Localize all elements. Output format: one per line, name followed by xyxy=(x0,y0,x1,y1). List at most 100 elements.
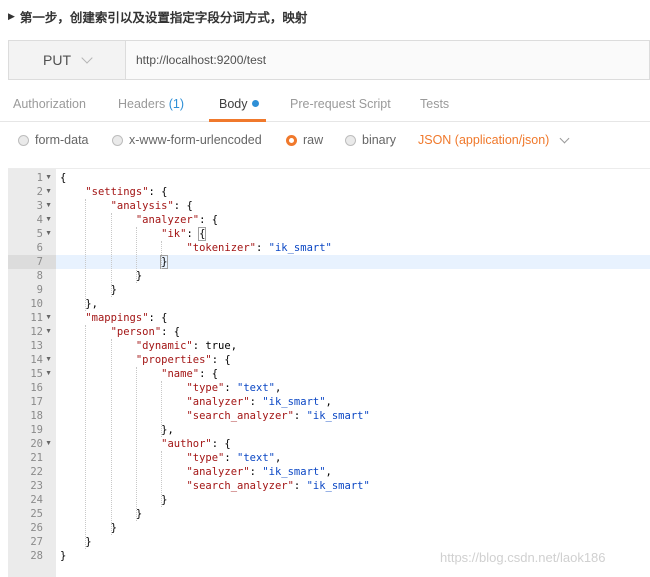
gutter-row: 20 ▼ xyxy=(8,437,56,451)
code-line-text: "analyzer": "ik_smart", xyxy=(60,395,331,409)
code-line[interactable]: "properties": { xyxy=(56,353,650,367)
option-raw[interactable]: raw xyxy=(286,133,323,147)
code-line[interactable]: "name": { xyxy=(56,367,650,381)
json-punct: : xyxy=(255,242,269,254)
code-line-text: } xyxy=(60,283,117,297)
code-line-text: "mappings": { xyxy=(60,311,167,325)
fold-arrow-icon[interactable]: ▼ xyxy=(45,227,52,241)
json-key: "dynamic" xyxy=(135,340,193,352)
json-punct xyxy=(60,410,186,422)
gutter-row: 15 ▼ xyxy=(8,367,56,381)
tab-body[interactable]: Body xyxy=(219,97,259,111)
code-line[interactable]: "ik": { xyxy=(56,227,650,241)
code-line[interactable]: } xyxy=(56,507,650,521)
tab-headers[interactable]: Headers (1) xyxy=(118,97,184,111)
code-line[interactable]: "analyzer": { xyxy=(56,213,650,227)
fold-arrow-icon[interactable]: ▼ xyxy=(45,325,52,339)
json-punct: : { xyxy=(161,326,181,338)
code-line[interactable]: { xyxy=(56,171,650,185)
json-punct: }, xyxy=(60,424,174,436)
radio-urlencoded[interactable] xyxy=(112,134,123,146)
fold-arrow-icon[interactable]: ▼ xyxy=(45,213,52,227)
fold-arrow-icon[interactable]: ▼ xyxy=(45,367,52,381)
indent-guide xyxy=(135,227,137,283)
line-number: 26 xyxy=(30,522,43,534)
json-punct: : { xyxy=(199,368,219,380)
tab-tests[interactable]: Tests xyxy=(420,97,449,111)
fold-arrow-icon[interactable]: ▼ xyxy=(45,199,52,213)
code-line-text: } xyxy=(60,535,91,549)
json-key: "analyzer" xyxy=(186,396,250,408)
code-editor[interactable]: 1 ▼ 2 ▼ 3 ▼ 4 ▼ 5 ▼ 6 7 8 9 10 11 ▼ 12 ▼ 13 14 ▼ 15 ▼ 16 17 18 19 20… xyxy=(8,168,650,577)
code-line[interactable]: "analyzer": "ik_smart", xyxy=(56,465,650,479)
json-punct: : xyxy=(186,228,200,240)
code-line[interactable]: } xyxy=(56,521,650,535)
fold-arrow-icon[interactable]: ▼ xyxy=(45,185,52,199)
gutter-row: 2 ▼ xyxy=(8,185,56,199)
code-line[interactable]: } xyxy=(56,269,650,283)
json-punct xyxy=(60,186,85,198)
option-form-data[interactable]: form-data xyxy=(18,133,89,147)
option-urlencoded[interactable]: x-www-form-urlencoded xyxy=(112,133,262,147)
json-punct: { xyxy=(60,172,67,184)
line-number: 13 xyxy=(30,340,43,352)
code-line[interactable]: } xyxy=(56,535,650,549)
code-line-text: "type": "text", xyxy=(60,381,281,395)
code-line[interactable]: "settings": { xyxy=(56,185,650,199)
json-key: "analyzer" xyxy=(186,466,250,478)
json-punct: , xyxy=(274,452,282,464)
code-line-text: } xyxy=(60,521,117,535)
code-line[interactable]: "search_analyzer": "ik_smart" xyxy=(56,479,650,493)
content-type-dropdown[interactable]: JSON (application/json) xyxy=(418,133,570,147)
code-line-text: "settings": { xyxy=(60,185,167,199)
code-area[interactable]: { "settings": { "analysis": { "analyzer"… xyxy=(56,169,650,577)
fold-arrow-icon[interactable]: ▼ xyxy=(45,437,52,451)
line-number: 15 xyxy=(30,368,43,380)
indent-guide xyxy=(161,241,163,269)
line-number: 5 xyxy=(36,228,43,240)
line-number: 25 xyxy=(30,508,43,520)
method-dropdown[interactable]: PUT xyxy=(9,41,126,79)
code-line[interactable]: } xyxy=(56,255,650,269)
code-line[interactable]: "tokenizer": "ik_smart" xyxy=(56,241,650,255)
code-line[interactable]: }, xyxy=(56,423,650,437)
code-line[interactable]: "author": { xyxy=(56,437,650,451)
code-line[interactable]: "type": "text", xyxy=(56,381,650,395)
code-line[interactable]: "analyzer": "ik_smart", xyxy=(56,395,650,409)
gutter-row: 19 xyxy=(8,423,56,437)
code-line-text: } xyxy=(60,255,169,269)
chevron-down-icon xyxy=(559,133,570,143)
radio-binary[interactable] xyxy=(345,134,356,146)
indent-guide xyxy=(85,199,87,311)
code-line[interactable]: "search_analyzer": "ik_smart" xyxy=(56,409,650,423)
method-label: PUT xyxy=(43,52,71,68)
fold-arrow-icon[interactable]: ▼ xyxy=(45,311,52,325)
tab-authorization[interactable]: Authorization xyxy=(13,97,86,111)
body-type-options: form-data x-www-form-urlencoded raw bina… xyxy=(0,128,650,156)
indent-guide xyxy=(161,381,163,437)
line-number: 1 xyxy=(36,172,43,184)
radio-form-data[interactable] xyxy=(18,134,29,146)
line-number: 17 xyxy=(30,396,43,408)
json-string: "text" xyxy=(237,382,275,394)
line-number: 11 xyxy=(30,312,43,324)
gutter-row: 28 xyxy=(8,549,56,563)
code-line[interactable]: "dynamic": true, xyxy=(56,339,650,353)
fold-arrow-icon[interactable]: ▼ xyxy=(45,353,52,367)
json-punct: : xyxy=(224,382,238,394)
code-line[interactable]: } xyxy=(56,283,650,297)
tab-pre-request-script[interactable]: Pre-request Script xyxy=(290,97,391,111)
code-line[interactable]: "analysis": { xyxy=(56,199,650,213)
code-line[interactable]: "mappings": { xyxy=(56,311,650,325)
radio-raw[interactable] xyxy=(286,134,297,146)
code-line[interactable]: "person": { xyxy=(56,325,650,339)
option-binary[interactable]: binary xyxy=(345,133,396,147)
code-line[interactable]: } xyxy=(56,493,650,507)
json-punct xyxy=(60,396,186,408)
code-line[interactable]: }, xyxy=(56,297,650,311)
gutter-row: 8 xyxy=(8,269,56,283)
code-line[interactable]: "type": "text", xyxy=(56,451,650,465)
url-input[interactable] xyxy=(126,41,649,79)
fold-arrow-icon[interactable]: ▼ xyxy=(45,171,52,185)
line-number: 18 xyxy=(30,410,43,422)
